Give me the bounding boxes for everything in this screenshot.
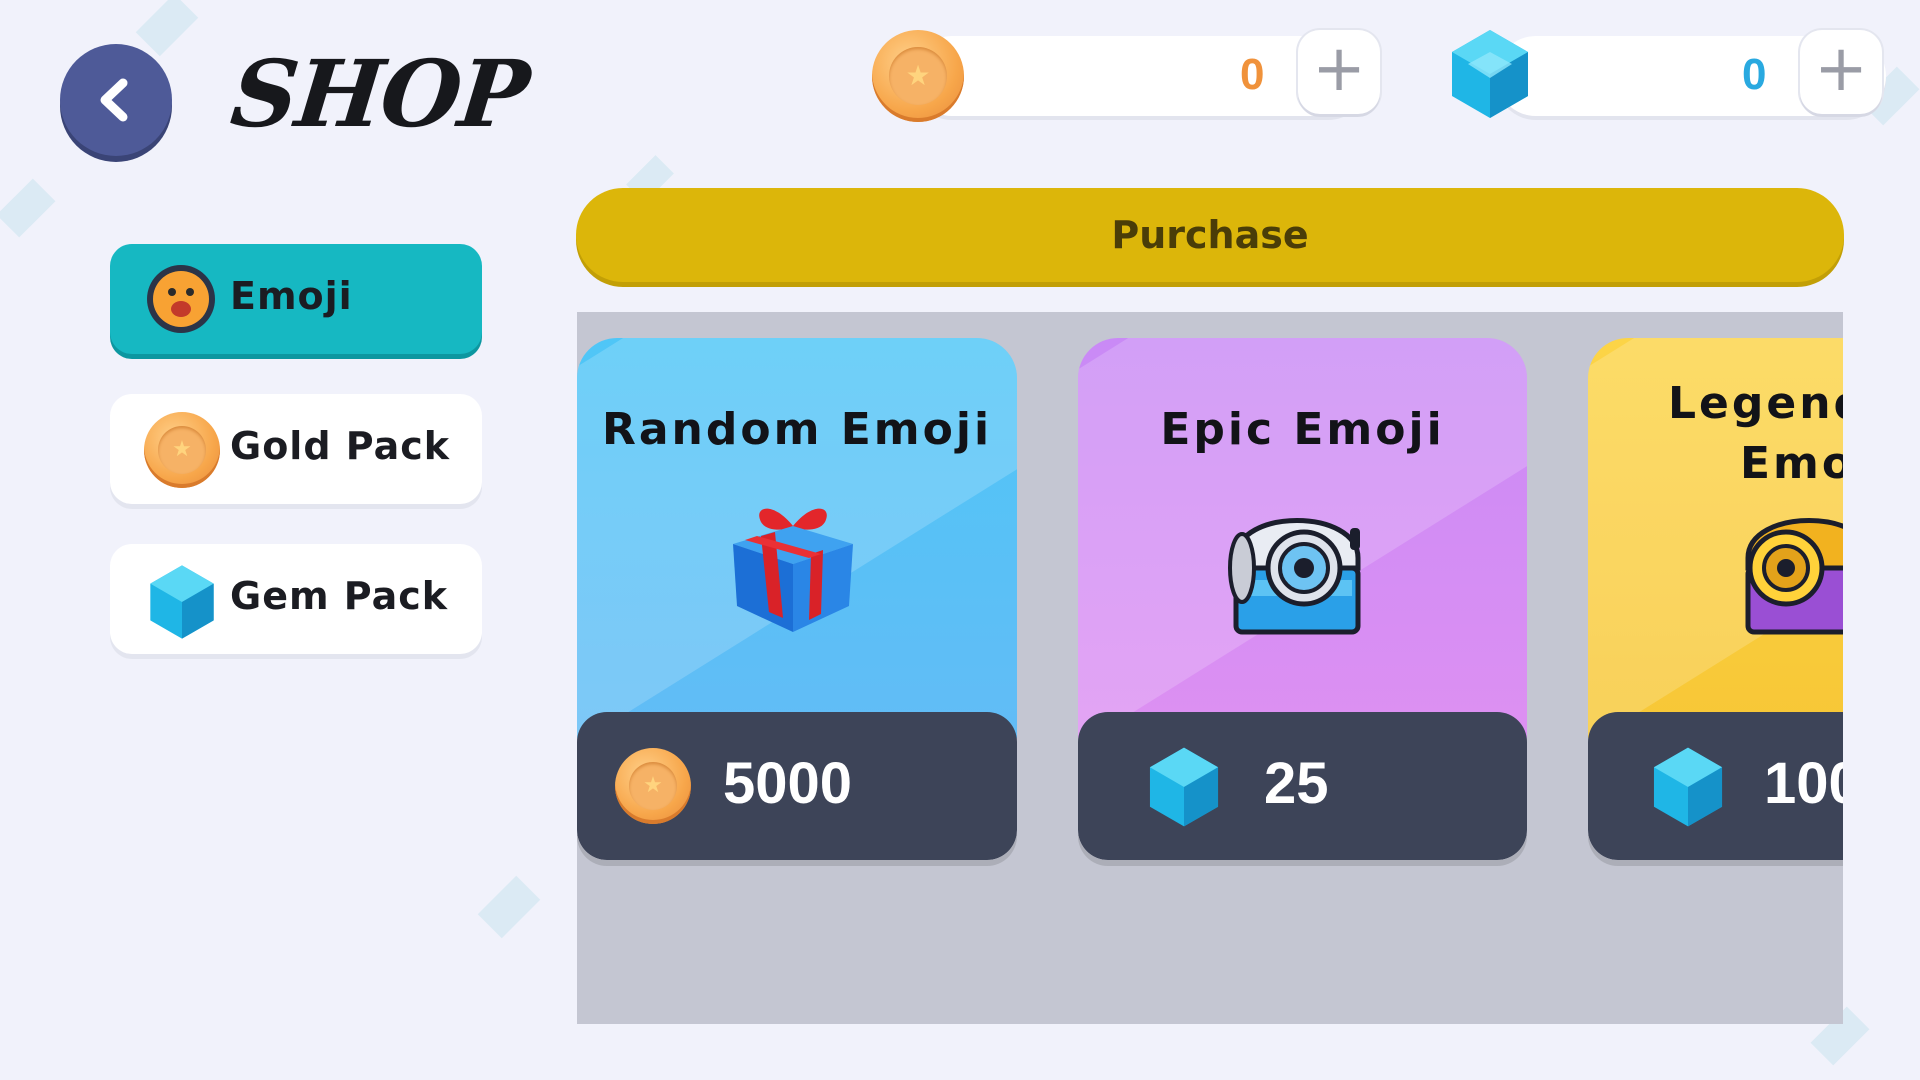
legendary-chest-icon xyxy=(1745,518,1843,635)
sidebar-item-label: Gem Pack xyxy=(230,574,449,618)
coin-icon: ★ xyxy=(144,412,220,488)
add-coins-button[interactable]: + xyxy=(1298,30,1380,114)
coin-icon: ★ xyxy=(872,30,964,122)
gem-icon xyxy=(1452,30,1528,118)
item-card-legendary-emoji[interactable]: Legend Emo 100 xyxy=(1588,338,1843,860)
add-gems-button[interactable]: + xyxy=(1800,30,1882,114)
sidebar-item-label: Gold Pack xyxy=(230,424,451,468)
gem-balance-value: 0 xyxy=(1742,50,1767,99)
card-title: Legend Emo xyxy=(1668,374,1843,494)
purchase-button[interactable]: Purchase xyxy=(576,188,1844,282)
card-price: 5000 xyxy=(723,751,853,816)
card-price: 25 xyxy=(1264,751,1329,816)
card-title-line1: Legend xyxy=(1668,378,1843,429)
chevron-left-icon xyxy=(100,78,128,122)
page-title: SHOP xyxy=(226,40,533,148)
shop-items-panel[interactable]: Random Emoji ★ 5000 Epic Emoji 25 Legen … xyxy=(577,312,1843,1024)
back-button[interactable] xyxy=(60,44,172,156)
gem-icon xyxy=(150,565,214,639)
sidebar-item-gem-pack[interactable]: Gem Pack xyxy=(110,544,482,654)
gem-icon xyxy=(1149,747,1219,827)
background-diamond xyxy=(0,178,56,238)
gift-box-icon xyxy=(733,508,853,632)
gem-icon xyxy=(1653,747,1723,827)
sidebar-item-emoji[interactable]: Emoji xyxy=(110,244,482,354)
epic-chest-icon xyxy=(1228,518,1361,635)
background-diamond xyxy=(477,875,541,939)
price-bar: ★ 5000 xyxy=(577,712,1017,860)
card-title: Random Emoji xyxy=(601,404,993,455)
card-title: Epic Emoji xyxy=(1160,404,1445,455)
item-card-epic-emoji[interactable]: Epic Emoji 25 xyxy=(1078,338,1527,860)
price-bar: 100 xyxy=(1588,712,1843,860)
price-bar: 25 xyxy=(1078,712,1527,860)
item-card-random-emoji[interactable]: Random Emoji ★ 5000 xyxy=(577,338,1017,860)
card-price: 100 xyxy=(1764,751,1843,816)
coin-balance-value: 0 xyxy=(1240,50,1265,99)
coin-icon: ★ xyxy=(615,748,691,824)
plus-icon: + xyxy=(1814,32,1868,106)
background-diamond xyxy=(135,0,199,57)
sidebar-item-gold-pack[interactable]: ★ Gold Pack xyxy=(110,394,482,504)
plus-icon: + xyxy=(1312,32,1366,106)
emoji-face-icon xyxy=(147,265,215,333)
purchase-label: Purchase xyxy=(1111,213,1309,257)
card-title-line2: Emo xyxy=(1740,438,1843,489)
sidebar-item-label: Emoji xyxy=(230,274,353,318)
